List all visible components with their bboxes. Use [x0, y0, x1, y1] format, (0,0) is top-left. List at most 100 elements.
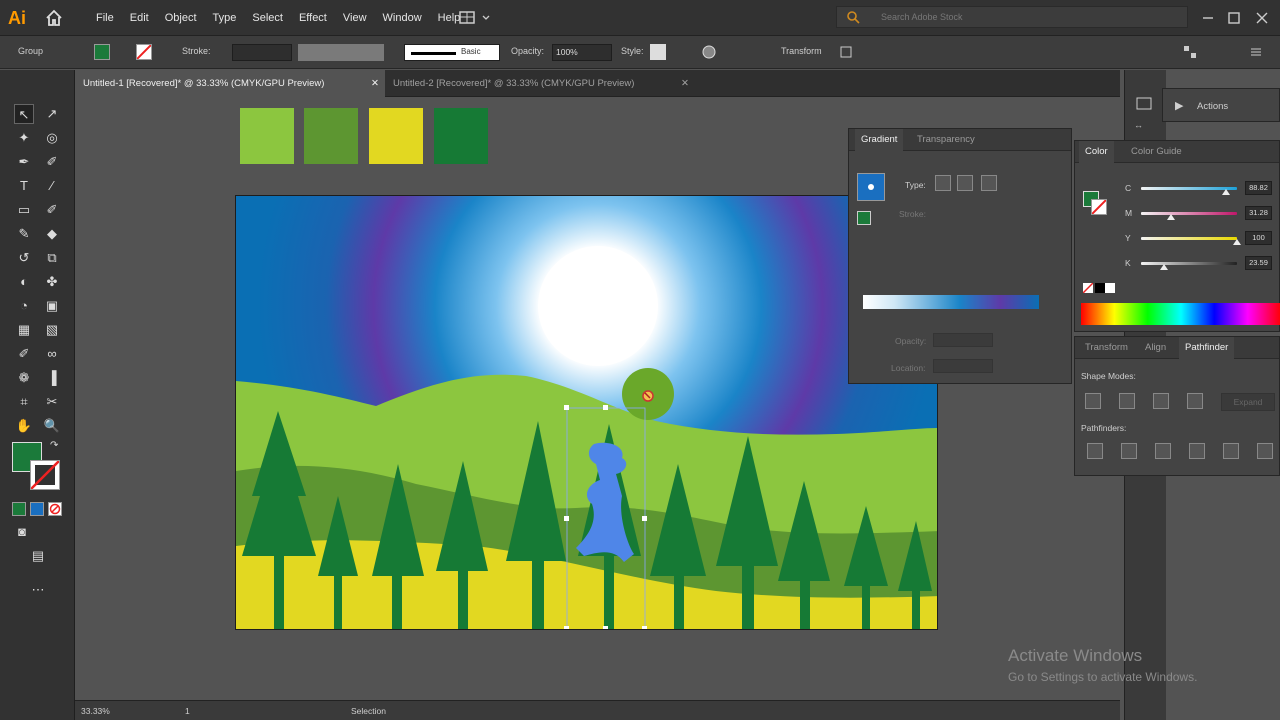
menu-edit[interactable]: Edit [122, 0, 157, 36]
stroke-none-swatch[interactable] [136, 44, 152, 60]
slice-tool-icon[interactable]: ✂ [42, 392, 62, 412]
menu-effect[interactable]: Effect [291, 0, 335, 36]
free-transform-icon[interactable]: ✤ [42, 272, 62, 292]
swatch-dark-green[interactable] [434, 108, 488, 164]
live-paint-icon[interactable]: ▣ [42, 296, 62, 316]
pen-tool-icon[interactable]: ✒ [14, 152, 34, 172]
location-field[interactable] [933, 359, 993, 373]
channel-slider-y[interactable] [1141, 237, 1237, 240]
warp-tool-icon[interactable]: ◐ [14, 272, 34, 292]
channel-thumb-k[interactable] [1159, 264, 1168, 270]
paintbrush-icon[interactable]: ✐ [42, 200, 62, 220]
rectangle-tool-icon[interactable]: ▭ [14, 200, 34, 220]
tab-close-icon[interactable]: ✕ [681, 70, 689, 97]
actions-play-icon[interactable]: ▶ [1175, 99, 1183, 112]
brush-definition[interactable]: Basic [404, 44, 500, 61]
transform-label[interactable]: Transform [781, 46, 822, 56]
workspace-switcher-icon[interactable] [458, 10, 492, 26]
menu-object[interactable]: Object [157, 0, 205, 36]
artboard-number[interactable]: 1 [185, 706, 190, 716]
freeform-gradient-button[interactable] [981, 175, 997, 191]
recolor-artwork-icon[interactable] [701, 44, 717, 60]
crop-button[interactable] [1189, 443, 1205, 459]
style-label[interactable]: Style: [621, 46, 644, 56]
tab-color[interactable]: Color [1079, 141, 1114, 163]
artboard-illustration[interactable] [235, 195, 938, 630]
scale-tool-icon[interactable]: ⧉ [42, 248, 62, 268]
type-tool-icon[interactable]: T [14, 176, 34, 196]
channel-slider-k[interactable] [1141, 262, 1237, 265]
channel-value-c[interactable]: 88.82 [1245, 181, 1272, 195]
properties-icon[interactable] [1134, 96, 1154, 112]
search-icon[interactable] [846, 10, 860, 24]
divide-button[interactable] [1087, 443, 1103, 459]
pencil-tool-icon[interactable]: ✎ [14, 224, 34, 244]
channel-thumb-c[interactable] [1222, 189, 1231, 195]
menu-file[interactable]: File [88, 0, 122, 36]
opacity-field[interactable] [933, 333, 993, 347]
none-color-swatch[interactable] [1082, 282, 1094, 294]
graphic-style-swatch[interactable] [650, 44, 666, 60]
opacity-field[interactable]: 100% [552, 44, 612, 61]
eyedropper-icon[interactable]: ✐ [14, 344, 34, 364]
lasso-icon[interactable]: ◎ [42, 128, 62, 148]
rotate-tool-icon[interactable]: ↺ [14, 248, 34, 268]
arrange-icon[interactable] [1182, 44, 1198, 60]
gradient-mode-icon[interactable] [30, 502, 44, 516]
home-icon[interactable] [45, 9, 63, 27]
tab-untitled-2[interactable]: Untitled-2 [Recovered]* @ 33.33% (CMYK/G… [385, 70, 695, 97]
gradient-slider[interactable] [863, 295, 1039, 309]
curvature-tool-icon[interactable]: ✐ [42, 152, 62, 172]
unite-button[interactable] [1085, 393, 1101, 409]
channel-slider-m[interactable] [1141, 212, 1237, 215]
fill-swatch[interactable] [94, 44, 110, 60]
channel-thumb-m[interactable] [1167, 214, 1176, 220]
channel-value-y[interactable]: 100 [1245, 231, 1272, 245]
black-swatch[interactable] [1095, 283, 1105, 293]
color-mode-icon[interactable] [12, 502, 26, 516]
channel-value-k[interactable]: 23.59 [1245, 256, 1272, 270]
hand-tool-icon[interactable]: ✋ [14, 416, 34, 436]
align-icon[interactable] [838, 44, 854, 60]
variable-width-profile[interactable] [298, 44, 384, 61]
exclude-button[interactable] [1187, 393, 1203, 409]
swatch-mid-green[interactable] [304, 108, 358, 164]
gradient-tool-icon[interactable]: ▧ [42, 320, 62, 340]
zoom-level[interactable]: 33.33% [81, 706, 110, 716]
stroke-label[interactable]: Stroke: [182, 46, 211, 56]
more-tools-icon[interactable]: ⋯ [28, 580, 48, 600]
menu-window[interactable]: Window [375, 0, 430, 36]
tab-transparency[interactable]: Transparency [911, 129, 981, 151]
direct-selection-tool-icon[interactable]: ↗ [42, 104, 62, 124]
magic-wand-icon[interactable]: ✦ [14, 128, 34, 148]
none-mode-icon[interactable] [48, 502, 62, 516]
fill-stroke-mini[interactable] [857, 211, 871, 225]
tab-close-icon[interactable]: ✕ [371, 70, 379, 97]
shape-builder-icon[interactable]: ◔ [14, 296, 34, 316]
stroke-weight-field[interactable] [232, 44, 292, 61]
menu-select[interactable]: Select [244, 0, 291, 36]
intersect-button[interactable] [1153, 393, 1169, 409]
symbol-sprayer-icon[interactable]: ❁ [14, 368, 34, 388]
tab-gradient[interactable]: Gradient [855, 129, 904, 151]
channel-value-m[interactable]: 31.28 [1245, 206, 1272, 220]
trim-button[interactable] [1121, 443, 1137, 459]
artboard-tool-icon[interactable]: ⌗ [14, 392, 34, 412]
channel-thumb-y[interactable] [1233, 239, 1241, 245]
swatch-light-green[interactable] [240, 108, 294, 164]
swatch-yellow[interactable] [369, 108, 423, 164]
tab-color-guide[interactable]: Color Guide [1125, 141, 1188, 163]
search-input[interactable]: Search Adobe Stock [836, 6, 1188, 28]
eraser-tool-icon[interactable]: ◆ [42, 224, 62, 244]
dock-expand-icon[interactable]: ↔ [1134, 120, 1154, 132]
actions-label[interactable]: Actions [1197, 101, 1228, 112]
expand-button[interactable]: Expand [1221, 393, 1275, 411]
tab-pathfinder[interactable]: Pathfinder [1179, 337, 1235, 359]
minus-front-button[interactable] [1119, 393, 1135, 409]
radial-gradient-button[interactable] [957, 175, 973, 191]
menu-view[interactable]: View [335, 0, 375, 36]
line-tool-icon[interactable]: ∕ [42, 176, 62, 196]
stroke-color-swatch[interactable] [30, 460, 60, 490]
white-swatch[interactable] [1105, 283, 1115, 293]
tab-align[interactable]: Align [1139, 337, 1172, 359]
